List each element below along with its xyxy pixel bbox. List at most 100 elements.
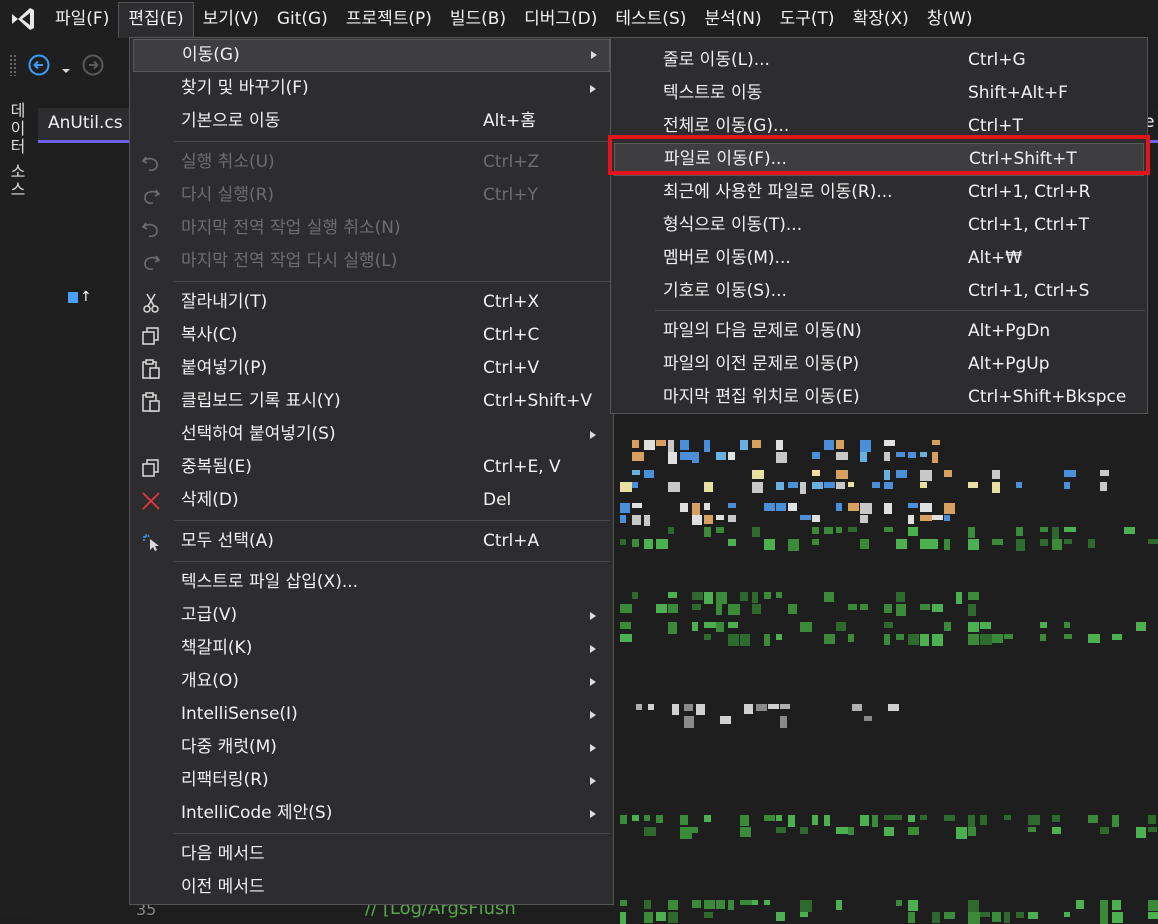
code-pixel	[812, 515, 820, 522]
code-pixel	[800, 482, 806, 494]
forward-arrow-icon[interactable]	[80, 52, 106, 83]
menu-build[interactable]: 빌드(B)	[441, 2, 515, 36]
goto-previous-issue[interactable]: 파일의 이전 문제로 이동(P) Alt+PgUp	[611, 348, 1147, 381]
code-pixel	[800, 515, 811, 520]
edit-menu-redo-global[interactable]: 마지막 전역 작업 다시 실행(L)	[130, 245, 613, 278]
code-pixel	[1100, 912, 1108, 924]
menu-separator	[174, 520, 610, 521]
delete-icon	[140, 490, 162, 512]
menu-file[interactable]: 파일(F)	[46, 2, 118, 36]
code-pixel	[1112, 634, 1122, 640]
menu-git[interactable]: Git(G)	[268, 2, 337, 36]
code-pixel	[668, 440, 674, 452]
edit-menu-undo[interactable]: 실행 취소(U) Ctrl+Z	[130, 146, 613, 179]
menu-item-label: 텍스트로 파일 삽입(X)...	[181, 572, 359, 592]
edit-menu-insert-file-as-text[interactable]: 텍스트로 파일 삽입(X)...	[130, 566, 613, 599]
code-pixel	[1004, 634, 1013, 639]
edit-menu-delete[interactable]: 삭제(D) Del	[130, 484, 613, 517]
code-pixel	[836, 827, 848, 834]
back-arrow-icon[interactable]	[26, 52, 52, 83]
edit-menu-undo-global[interactable]: 마지막 전역 작업 실행 취소(N)	[130, 212, 613, 245]
edit-menu-bookmarks[interactable]: 책갈피(K)	[130, 632, 613, 665]
code-pixel	[1028, 815, 1040, 825]
tab-anutil-cs[interactable]: AnUtil.cs	[38, 108, 130, 140]
edit-menu-paste[interactable]: 붙여넣기(P) Ctrl+V	[130, 352, 613, 385]
edit-menu-copy[interactable]: 복사(C) Ctrl+C	[130, 319, 613, 352]
code-pixel	[704, 622, 716, 628]
menu-test[interactable]: 테스트(S)	[606, 2, 695, 36]
code-pixel	[696, 704, 705, 715]
code-pixel	[1016, 482, 1022, 488]
edit-menu-goto[interactable]: 이동(G)	[133, 39, 610, 72]
code-pixel	[752, 592, 758, 603]
code-pixel	[716, 515, 724, 520]
goto-member[interactable]: 멤버로 이동(M)... Alt+₩	[611, 242, 1147, 275]
edit-menu-advanced[interactable]: 고급(V)	[130, 599, 613, 632]
highlight-annotation-box	[608, 135, 1150, 175]
chevron-down-icon[interactable]	[61, 60, 71, 80]
code-pixel	[752, 604, 761, 614]
menu-window[interactable]: 창(W)	[918, 2, 982, 36]
code-pixel	[744, 704, 753, 714]
code-pixel	[1100, 482, 1107, 491]
menu-item-label: 형식으로 이동(T)...	[663, 215, 803, 235]
code-pixel	[1016, 527, 1023, 536]
code-pixel	[864, 716, 872, 721]
edit-menu-clipboard-history[interactable]: 클립보드 기록 표시(Y) Ctrl+Shift+V	[130, 385, 613, 418]
goto-next-issue[interactable]: 파일의 다음 문제로 이동(N) Alt+PgDn	[611, 315, 1147, 348]
code-pixel	[656, 604, 667, 613]
goto-symbol[interactable]: 기호로 이동(S)... Ctrl+1, Ctrl+S	[611, 275, 1147, 308]
goto-recent-file[interactable]: 최근에 사용한 파일로 이동(R)... Ctrl+1, Ctrl+R	[611, 176, 1147, 209]
code-pixel	[1148, 827, 1157, 832]
code-pixel	[752, 900, 758, 905]
code-pixel	[836, 527, 842, 533]
goto-line[interactable]: 줄로 이동(L)... Ctrl+G	[611, 44, 1147, 77]
code-pixel	[620, 622, 631, 629]
override-gutter-icon[interactable]: ↑	[68, 289, 92, 305]
menu-analyze[interactable]: 분석(N)	[695, 2, 770, 36]
edit-menu-find-replace[interactable]: 찾기 및 바꾸기(F)	[130, 72, 613, 105]
edit-menu-next-method[interactable]: 다음 메서드	[130, 838, 613, 871]
code-pixel	[704, 815, 711, 822]
edit-menu-intellicode[interactable]: IntelliCode 제안(S)	[130, 797, 613, 830]
menu-project[interactable]: 프로젝트(P)	[337, 2, 441, 36]
menu-edit[interactable]: 편집(E)	[118, 2, 194, 38]
code-pixel	[812, 527, 819, 534]
toolbar-grip[interactable]	[9, 54, 17, 76]
code-pixel	[644, 440, 655, 450]
code-pixel	[968, 912, 980, 924]
edit-menu-paste-special[interactable]: 선택하여 붙여넣기(S)	[130, 418, 613, 451]
code-pixel	[644, 539, 653, 549]
edit-menu-select-all[interactable]: 모두 선택(A) Ctrl+A	[130, 525, 613, 558]
goto-type[interactable]: 형식으로 이동(T)... Ctrl+1, Ctrl+T	[611, 209, 1147, 242]
menu-item-label: 다시 실행(R)	[181, 185, 275, 205]
code-pixel	[692, 604, 701, 610]
menu-debug[interactable]: 디버그(D)	[515, 2, 606, 36]
menu-tools[interactable]: 도구(T)	[771, 2, 844, 36]
code-pixel	[680, 503, 688, 512]
menu-item-label: 중복됨(E)	[181, 457, 252, 477]
edit-menu-goto-default[interactable]: 기본으로 이동 Alt+홈	[130, 105, 613, 138]
redo-icon	[140, 185, 162, 207]
code-pixel	[920, 515, 932, 521]
visual-studio-logo-icon[interactable]	[0, 0, 46, 38]
edit-menu-outlining[interactable]: 개요(O)	[130, 665, 613, 698]
code-pixel	[668, 527, 674, 534]
code-pixel	[800, 912, 808, 917]
menu-view[interactable]: 보기(V)	[194, 2, 268, 36]
edit-menu-refactor[interactable]: 리팩터링(R)	[130, 764, 613, 797]
goto-last-edit-location[interactable]: 마지막 편집 위치로 이동(E) Ctrl+Shift+Bkspce	[611, 381, 1147, 414]
code-pixel	[668, 452, 677, 464]
code-pixel	[788, 482, 798, 488]
code-pixel	[704, 515, 713, 524]
code-pixel	[1040, 527, 1048, 532]
menu-extensions[interactable]: 확장(X)	[844, 2, 918, 36]
edit-menu-cut[interactable]: 잘라내기(T) Ctrl+X	[130, 286, 613, 319]
edit-menu-multi-caret[interactable]: 다중 캐럿(M)	[130, 731, 613, 764]
data-sources-tab[interactable]: 데이터 소스	[4, 102, 28, 199]
edit-menu-intellisense[interactable]: IntelliSense(I)	[130, 698, 613, 731]
edit-menu-previous-method[interactable]: 이전 메서드	[130, 871, 613, 904]
goto-text[interactable]: 텍스트로 이동 Shift+Alt+F	[611, 77, 1147, 110]
edit-menu-duplicate[interactable]: 중복됨(E) Ctrl+E, V	[130, 451, 613, 484]
edit-menu-redo[interactable]: 다시 실행(R) Ctrl+Y	[130, 179, 613, 212]
